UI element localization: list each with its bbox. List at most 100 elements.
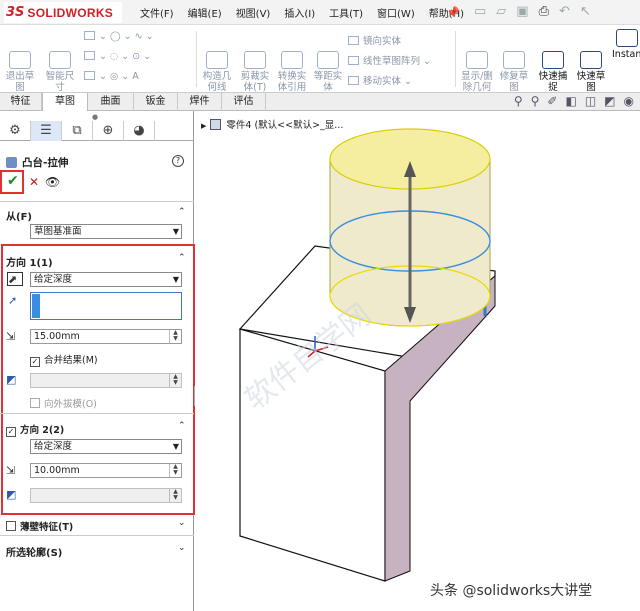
tab-surfaces[interactable]: 曲面: [88, 93, 134, 111]
convert-entities-button[interactable]: 转换实 体引用: [274, 29, 310, 93]
section-divider: [0, 201, 194, 202]
dimxpert-tab-icon[interactable]: ⊕: [93, 121, 124, 141]
tab-sheet-metal[interactable]: 钣金: [134, 93, 178, 111]
collapse-chevron-icon[interactable]: ⌃: [178, 421, 186, 431]
zoom-area-icon[interactable]: ⚲: [531, 94, 540, 108]
select-arrow-icon[interactable]: ↖: [580, 4, 591, 19]
configuration-manager-tab-icon[interactable]: ⧉: [62, 121, 93, 141]
direction2-end-condition-select[interactable]: 给定深度 ▼: [30, 439, 182, 454]
menu-tools[interactable]: 工具(T): [329, 5, 363, 20]
new-document-icon[interactable]: ▭: [474, 4, 486, 19]
depth-spinner[interactable]: ▲ ▼: [169, 330, 181, 343]
move-entities-button[interactable]: 移动实体 ⌄: [348, 73, 412, 87]
ds-logo-mark: 3S: [6, 5, 25, 20]
offset-entities-button[interactable]: 等距实 体: [312, 29, 344, 93]
source-watermark: 头条 @solidworks大讲堂: [430, 583, 593, 599]
expand-chevron-icon[interactable]: ⌄: [178, 543, 186, 553]
command-tabs: 特征 草图 曲面 钣金 焊件 评估 ⚲ ⚲ ✐ ◧ ◫ ◩ ◉: [0, 93, 640, 111]
slot-tool[interactable]: ⌄ ◎ ⌄ A: [84, 71, 139, 82]
draft-icon[interactable]: ◩: [6, 373, 22, 387]
direction1-depth-field[interactable]: 15.00mm ▲ ▼: [30, 329, 182, 344]
mirror-entities-button[interactable]: 镜向实体: [348, 33, 401, 47]
tab-weldments[interactable]: 焊件: [178, 93, 222, 111]
quick-snaps-button[interactable]: 快速捕 捉: [536, 29, 570, 93]
solidworks-logo[interactable]: 3S SOLIDWORKS: [4, 2, 122, 23]
convert-icon: [281, 51, 303, 69]
rectangle-tool[interactable]: ⌄ ◌ ⌄ ⊙ ⌄: [84, 51, 151, 62]
from-section-label: 从(F): [6, 212, 32, 223]
selection-indicator: [32, 294, 40, 318]
feature-manager-tab-icon[interactable]: ⚙: [0, 121, 31, 141]
reverse-direction-icon[interactable]: ⬈: [7, 272, 23, 286]
rapid-sketch-button[interactable]: 快速草 图: [574, 29, 608, 93]
section-divider: [0, 413, 194, 414]
direction2-depth-field[interactable]: 10.00mm ▲ ▼: [30, 463, 182, 478]
quick-snap-icon: [542, 51, 564, 69]
construction-icon: [206, 51, 228, 69]
depth-spinner[interactable]: ▲ ▼: [169, 464, 181, 477]
ok-button[interactable]: ✔: [0, 170, 24, 194]
title-bar: 3S SOLIDWORKS 文件(F) 编辑(E) 视图(V) 插入(I) 工具…: [0, 0, 640, 25]
repair-sketch-button[interactable]: 修复草 图: [498, 29, 530, 93]
property-manager: ● ⚙ ☰ ⧉ ⊕ ◕ 凸台-拉伸 ? ✔ ✕ 👁 从(F) ⌃ 草图基准面 ▼ …: [0, 111, 195, 611]
tab-evaluate[interactable]: 评估: [222, 93, 266, 111]
pin-icon[interactable]: 📌: [446, 6, 460, 19]
tab-features[interactable]: 特征: [0, 93, 42, 111]
merge-result-checkbox[interactable]: ✓ 合并结果(M): [30, 352, 98, 367]
zoom-fit-icon[interactable]: ⚲: [514, 94, 523, 108]
menu-view[interactable]: 视图(V): [236, 5, 271, 20]
direction-selection-box[interactable]: [30, 292, 182, 320]
direction1-end-condition-select[interactable]: 给定深度 ▼: [30, 272, 182, 287]
quick-access-bar: ▭ ▱ ▣ ⎙ ↶ ↖: [474, 4, 591, 19]
menu-edit[interactable]: 编辑(E): [188, 5, 222, 20]
linear-pattern-button[interactable]: 线性草图阵列 ⌄: [348, 53, 431, 67]
selected-contours-label[interactable]: 所选轮廓(S): [6, 544, 62, 559]
tab-sketch[interactable]: 草图: [42, 93, 88, 111]
expand-chevron-icon[interactable]: ⌄: [178, 518, 186, 528]
draft-outward-checkbox[interactable]: 向外拔模(O): [30, 396, 97, 410]
draft-spinner[interactable]: ▲ ▼: [169, 489, 181, 502]
panel-tabs: ⚙ ☰ ⧉ ⊕ ◕: [0, 121, 194, 141]
open-folder-icon[interactable]: ▱: [496, 4, 506, 19]
ribbon-separator: [455, 31, 456, 87]
direction1-label: 方向 1(1): [6, 258, 53, 269]
hide-show-icon[interactable]: ◉: [624, 94, 634, 108]
display-manager-tab-icon[interactable]: ◕: [124, 121, 155, 141]
menu-file[interactable]: 文件(F): [140, 5, 174, 20]
thin-feature-checkbox[interactable]: 薄壁特征(T): [6, 519, 73, 533]
construction-geometry-button[interactable]: 构造几 何线: [200, 29, 234, 93]
graphics-area[interactable]: ▶ 零件4 (默认<<默认>_显... 软件自学网: [195, 111, 640, 611]
from-select[interactable]: 草图基准面 ▼: [30, 224, 182, 239]
collapse-chevron-icon[interactable]: ⌃: [178, 253, 186, 263]
command-manager-ribbon: 退出草 图 智能尺 寸 ⌄ ◯ ⌄ ∿ ⌄ ⌄ ◌ ⌄ ⊙ ⌄ ⌄ ◎ ⌄ A …: [0, 25, 640, 104]
draft-icon[interactable]: ◩: [6, 488, 22, 502]
direction2-checkbox[interactable]: ✓ 方向 2(2): [6, 422, 64, 437]
undo-icon[interactable]: ↶: [559, 4, 570, 19]
print-icon[interactable]: ⎙: [539, 4, 549, 19]
direction-vector-icon: ➚: [8, 294, 18, 307]
draft-angle-field-2[interactable]: ▲ ▼: [30, 488, 182, 503]
draft-spinner[interactable]: ▲ ▼: [169, 374, 181, 387]
line-tool[interactable]: ⌄ ◯ ⌄ ∿ ⌄: [84, 31, 154, 42]
previous-view-icon[interactable]: ✐: [547, 94, 557, 108]
menu-insert[interactable]: 插入(I): [284, 5, 315, 20]
instant2d-button[interactable]: Instant: [612, 29, 640, 60]
smart-dimension-button[interactable]: 智能尺 寸: [42, 29, 78, 93]
save-icon[interactable]: ▣: [516, 4, 528, 19]
menu-window[interactable]: 窗口(W): [377, 5, 415, 20]
property-manager-tab-icon[interactable]: ☰: [31, 121, 62, 141]
section-view-icon[interactable]: ◧: [565, 94, 576, 108]
display-style-icon[interactable]: ◩: [604, 94, 615, 108]
mirror-icon: [348, 36, 359, 45]
model-3d-view[interactable]: 软件自学网: [195, 111, 640, 611]
trim-entities-button[interactable]: 剪裁实 体(T): [238, 29, 272, 93]
cancel-icon[interactable]: ✕: [29, 175, 39, 189]
view-orientation-icon[interactable]: ◫: [585, 94, 596, 108]
draft-angle-field[interactable]: ▲ ▼: [30, 373, 182, 388]
dropdown-arrow-icon: ▼: [172, 442, 179, 451]
rapid-sketch-icon: [580, 51, 602, 69]
collapse-chevron-icon[interactable]: ⌃: [178, 207, 186, 217]
exit-sketch-button[interactable]: 退出草 图: [4, 29, 36, 93]
preview-eye-icon[interactable]: 👁: [45, 175, 60, 189]
help-icon[interactable]: ?: [172, 155, 184, 167]
